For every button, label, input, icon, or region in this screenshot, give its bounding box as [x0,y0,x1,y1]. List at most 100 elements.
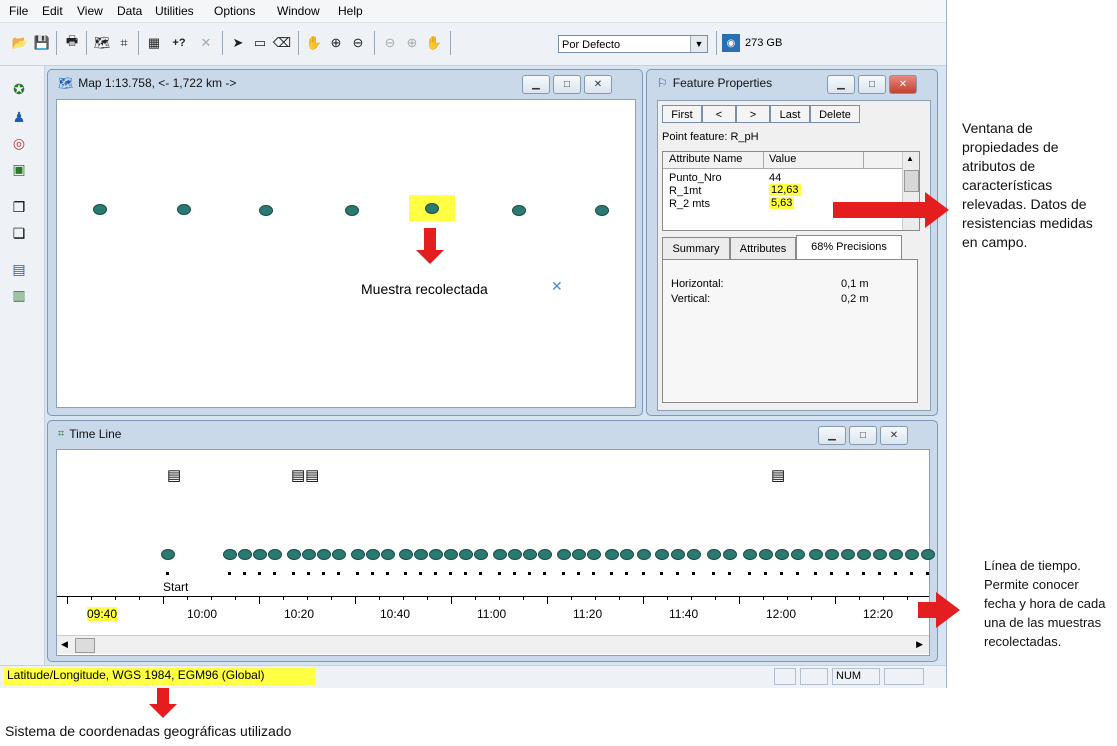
timeline-point[interactable] [493,549,507,560]
zoom-in-icon[interactable]: ⊕ [326,33,346,53]
menu-view[interactable]: View [77,4,103,18]
copy-icon[interactable]: ❐ [8,196,30,218]
timeline-point[interactable] [538,549,552,560]
close-icon[interactable]: ✕ [880,426,908,445]
timeline-point[interactable] [351,549,365,560]
timeline-point[interactable] [857,549,871,560]
timeline-scrollbar[interactable]: ◀ ▶ [57,635,929,654]
timeline-point[interactable] [723,549,737,560]
measure-icon[interactable]: ▭ [250,33,270,53]
zoom-previous-icon[interactable]: ⊖ [380,33,400,53]
prev-button[interactable]: < [702,105,736,123]
map-point[interactable] [93,204,107,215]
timeline-point[interactable] [825,549,839,560]
scroll-thumb[interactable] [75,638,95,653]
map-point[interactable] [177,204,191,215]
map-point[interactable] [512,205,526,216]
timeline-point[interactable] [775,549,789,560]
gps-device-icon[interactable]: ▥ [8,284,30,306]
layers-icon[interactable]: ▦ [144,33,164,53]
next-button[interactable]: > [736,105,770,123]
menu-data[interactable]: Data [117,4,142,18]
timeline-point[interactable] [302,549,316,560]
timeline-point[interactable] [605,549,619,560]
timeline-canvas[interactable]: ▤ ▤▤ ▤ Start 09:40 10:00 10:20 10:40 11:… [56,449,935,656]
timeline-point[interactable] [523,549,537,560]
maximize-icon[interactable]: □ [858,75,886,94]
paste-icon[interactable]: ❏ [8,222,30,244]
scroll-up-icon[interactable]: ▲ [906,154,914,163]
timeline-point[interactable] [161,549,175,560]
menu-edit[interactable]: Edit [42,4,63,18]
timeline-point[interactable] [287,549,301,560]
waypoint-icon[interactable]: ♟ [8,106,30,128]
menu-file[interactable]: File [9,4,28,18]
timeline-point[interactable] [381,549,395,560]
timeline-point[interactable] [444,549,458,560]
close-icon[interactable]: ✕ [584,75,612,94]
timeline-point[interactable] [921,549,935,560]
timeline-point[interactable] [557,549,571,560]
minimize-icon[interactable]: ▁ [827,75,855,94]
close-icon[interactable]: ✕ [889,75,917,94]
selected-map-point[interactable] [425,203,439,214]
minimize-icon[interactable]: ▁ [818,426,846,445]
timeline-point[interactable] [332,549,346,560]
attribute-scrollbar[interactable]: ▲ [902,152,919,230]
timeline-point[interactable] [841,549,855,560]
menu-options[interactable]: Options [214,4,255,18]
target-icon[interactable]: ◎ [8,132,30,154]
timeline-point[interactable] [791,549,805,560]
timeline-point[interactable] [268,549,282,560]
menu-help[interactable]: Help [338,4,363,18]
timeline-point[interactable] [687,549,701,560]
zoom-extent-icon[interactable]: ✋ [424,33,444,53]
timeline-point[interactable] [620,549,634,560]
timeline-icon[interactable]: ⌗ [114,33,134,53]
map-point[interactable] [259,205,273,216]
timeline-point[interactable] [474,549,488,560]
last-button[interactable]: Last [770,105,810,123]
maximize-icon[interactable]: □ [553,75,581,94]
chevron-down-icon[interactable]: ▼ [690,36,707,52]
menu-utilities[interactable]: Utilities [155,4,194,18]
map-icon[interactable]: 🗺 [92,33,112,53]
disk-icon[interactable]: ◉ [722,34,740,52]
map-point[interactable] [345,205,359,216]
tab-attributes[interactable]: Attributes [730,237,796,259]
open-icon[interactable]: 📂 [10,33,30,53]
maximize-icon[interactable]: □ [849,426,877,445]
timeline-point[interactable] [238,549,252,560]
timeline-point[interactable] [223,549,237,560]
timeline-point[interactable] [743,549,757,560]
tab-summary[interactable]: Summary [662,237,730,259]
menu-window[interactable]: Window [277,4,320,18]
eraser-icon[interactable]: ⌫ [272,33,292,53]
timeline-point[interactable] [459,549,473,560]
computer-icon[interactable]: ▣ [8,158,30,180]
query-button[interactable]: +? [166,33,192,53]
edit-form-icon[interactable]: ▤ [8,258,30,280]
timeline-point[interactable] [414,549,428,560]
attr-name-header[interactable]: Attribute Name [669,153,742,165]
timeline-point[interactable] [572,549,586,560]
scroll-right-icon[interactable]: ▶ [916,639,923,650]
timeline-point[interactable] [429,549,443,560]
zoom-out-icon[interactable]: ⊖ [348,33,368,53]
timeline-point[interactable] [366,549,380,560]
select-arrow-icon[interactable]: ➤ [228,33,248,53]
timeline-point[interactable] [809,549,823,560]
satellite-icon[interactable]: ✪ [8,78,30,100]
first-button[interactable]: First [662,105,702,123]
attr-value-header[interactable]: Value [769,153,796,165]
map-canvas[interactable]: Muestra recolectada ✕ [56,99,636,408]
zoom-next-icon[interactable]: ⊕ [402,33,422,53]
map-point[interactable] [595,205,609,216]
timeline-point[interactable] [508,549,522,560]
timeline-point[interactable] [707,549,721,560]
scroll-left-icon[interactable]: ◀ [61,639,68,650]
timeline-point[interactable] [905,549,919,560]
timeline-point[interactable] [637,549,651,560]
timeline-point[interactable] [655,549,669,560]
delete-button[interactable]: Delete [810,105,860,123]
